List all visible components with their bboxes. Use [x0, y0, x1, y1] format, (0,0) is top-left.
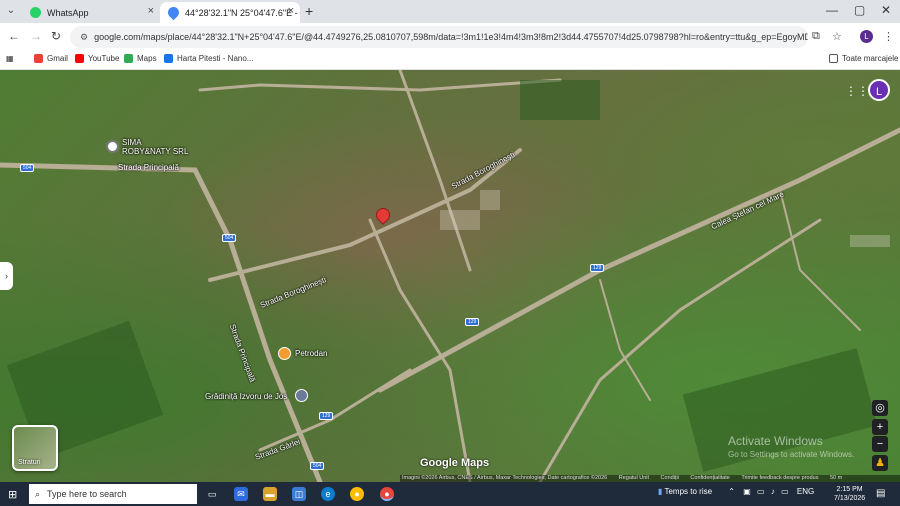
display-icon[interactable]: ▭	[757, 487, 765, 496]
language-indicator[interactable]: ENG	[797, 487, 814, 496]
task-view-icon[interactable]: ▭	[205, 487, 219, 501]
file-explorer-icon[interactable]: ▬	[263, 487, 277, 501]
map-attribution: Imagini ©2026 Airbus, CNES / Airbus, Max…	[400, 475, 900, 482]
road-shield: 129	[319, 412, 334, 420]
poi-label[interactable]: Petrodan	[295, 349, 327, 358]
road-shield: 504	[20, 164, 35, 172]
maps-icon	[124, 54, 133, 63]
nano-icon	[164, 54, 173, 63]
gas-station-marker-icon[interactable]	[278, 347, 291, 360]
bookmark-maps[interactable]: Maps	[124, 54, 157, 63]
feedback-link[interactable]: Trimite feedback despre produs	[741, 475, 818, 481]
tab-maps[interactable]: 44°28'32.1"N 25°04'47.6"E - Go ×	[160, 2, 300, 23]
address-bar[interactable]: ⚙ google.com/maps/place/44°28'32.1"N+25°…	[70, 26, 808, 48]
maximize-button[interactable]: ▢	[854, 3, 865, 17]
edge-icon[interactable]: e	[321, 487, 335, 501]
terms-link[interactable]: Condiții	[661, 475, 679, 481]
tray-arrow-icon[interactable]: ⌃	[728, 487, 735, 496]
gmail-icon	[34, 54, 43, 63]
folder-icon	[829, 54, 838, 63]
tab-strip: ⌄ WhatsApp × 44°28'32.1"N 25°04'47.6"E -…	[0, 0, 900, 23]
privacy-link[interactable]: Confidențialitate	[690, 475, 729, 481]
business-marker-icon[interactable]	[106, 140, 119, 153]
layers-label: Straturi	[18, 459, 41, 466]
store-icon[interactable]: ◫	[292, 487, 306, 501]
poi-label[interactable]: Grădiniță Izvoru de Jos	[205, 392, 287, 401]
expand-side-panel-button[interactable]: ›	[0, 262, 13, 290]
tab-title: WhatsApp	[47, 7, 89, 18]
weather-text[interactable]: Temps to rise	[664, 487, 712, 496]
new-tab-button[interactable]: +	[305, 3, 313, 19]
chrome-icon[interactable]: ●	[350, 487, 364, 501]
bookmark-youtube[interactable]: YouTube	[75, 54, 119, 63]
bookmark-harta[interactable]: Harta Pitesti - Nano...	[164, 54, 253, 63]
reload-icon[interactable]: ↻	[51, 29, 61, 43]
search-icon: ⌕	[35, 488, 41, 499]
clock[interactable]: 2:15 PM 7/13/2026	[834, 485, 865, 503]
profile-avatar[interactable]: L	[860, 30, 873, 43]
chrome-active-icon[interactable]: ●	[380, 487, 394, 501]
road-shield: 129	[465, 318, 480, 326]
bookmark-gmail[interactable]: Gmail	[34, 54, 68, 63]
battery-icon[interactable]: ▭	[781, 487, 789, 496]
google-maps-logo: Google Maps	[420, 457, 490, 469]
network-icon[interactable]: ▣	[743, 487, 751, 496]
tab-title: 44°28'32.1"N 25°04'47.6"E - Go	[185, 7, 300, 18]
mail-icon[interactable]: ✉	[234, 487, 248, 501]
map-roads	[0, 70, 900, 482]
map-profile-avatar[interactable]: L	[868, 79, 890, 101]
close-tab-icon[interactable]: ×	[148, 5, 154, 17]
street-label: Strada Principală	[118, 163, 179, 172]
whatsapp-icon	[30, 7, 41, 18]
back-icon[interactable]: ←	[8, 29, 20, 43]
road-shield: 504	[310, 462, 325, 470]
menu-kebab-icon[interactable]: ⋮	[883, 30, 894, 43]
zoom-in-button[interactable]: +	[872, 419, 888, 435]
scale-bar[interactable]: 50 m	[830, 475, 842, 481]
street-view-pegman-icon[interactable]: ♟	[872, 455, 888, 471]
apps-grid-icon[interactable]: ▦	[6, 54, 14, 63]
url-text: google.com/maps/place/44°28'32.1"N+25°04…	[94, 32, 808, 42]
satellite-map[interactable]: SIMA ROBY&NATY SRL Strada Principală Str…	[0, 70, 900, 482]
browser-toolbar: ← → ↻ ⚙ google.com/maps/place/44°28'32.1…	[0, 23, 900, 51]
forward-icon[interactable]: →	[30, 29, 42, 43]
windows-start-icon[interactable]: ⊞	[8, 488, 17, 501]
zoom-out-button[interactable]: −	[872, 436, 888, 452]
weather-icon[interactable]: ▮	[658, 487, 662, 496]
site-info-icon[interactable]: ⚙	[80, 32, 88, 43]
system-tray: ▮ Temps to rise ⌃ ▣ ▭ ♪ ▭ ENG	[658, 487, 814, 496]
windows-taskbar: ⊞ ⌕ Type here to search ▭ ✉ ▬ ◫ e ● ● ▮ …	[0, 482, 900, 506]
bookmark-star-icon[interactable]: ☆	[832, 30, 842, 43]
business-label[interactable]: SIMA ROBY&NATY SRL	[122, 138, 188, 156]
install-app-icon[interactable]: ⧉	[812, 30, 820, 43]
road-shield: 504	[222, 234, 237, 242]
all-bookmarks[interactable]: Toate marcajele	[829, 54, 898, 63]
bookmarks-bar: ▦ Gmail YouTube Maps Harta Pitesti - Nan…	[0, 51, 900, 70]
tab-whatsapp[interactable]: WhatsApp ×	[22, 2, 160, 23]
maps-pin-icon	[165, 4, 182, 21]
taskbar-search-input[interactable]: ⌕ Type here to search	[29, 484, 197, 504]
close-tab-icon[interactable]: ×	[288, 5, 294, 17]
activate-windows-watermark: Activate Windows Go to Settings to activ…	[728, 434, 855, 459]
youtube-icon	[75, 54, 84, 63]
tab-search-icon[interactable]: ⌄	[4, 4, 18, 18]
region-link[interactable]: Regatul Unit	[619, 475, 649, 481]
notifications-icon[interactable]: ▤	[876, 488, 885, 499]
road-shield: 129	[590, 264, 605, 272]
layers-button[interactable]: Straturi	[12, 425, 58, 471]
my-location-icon[interactable]: ◎	[872, 400, 888, 416]
minimize-button[interactable]: —	[826, 3, 838, 17]
school-marker-icon[interactable]	[295, 389, 308, 402]
volume-icon[interactable]: ♪	[771, 487, 775, 496]
close-window-button[interactable]: ✕	[881, 3, 891, 17]
